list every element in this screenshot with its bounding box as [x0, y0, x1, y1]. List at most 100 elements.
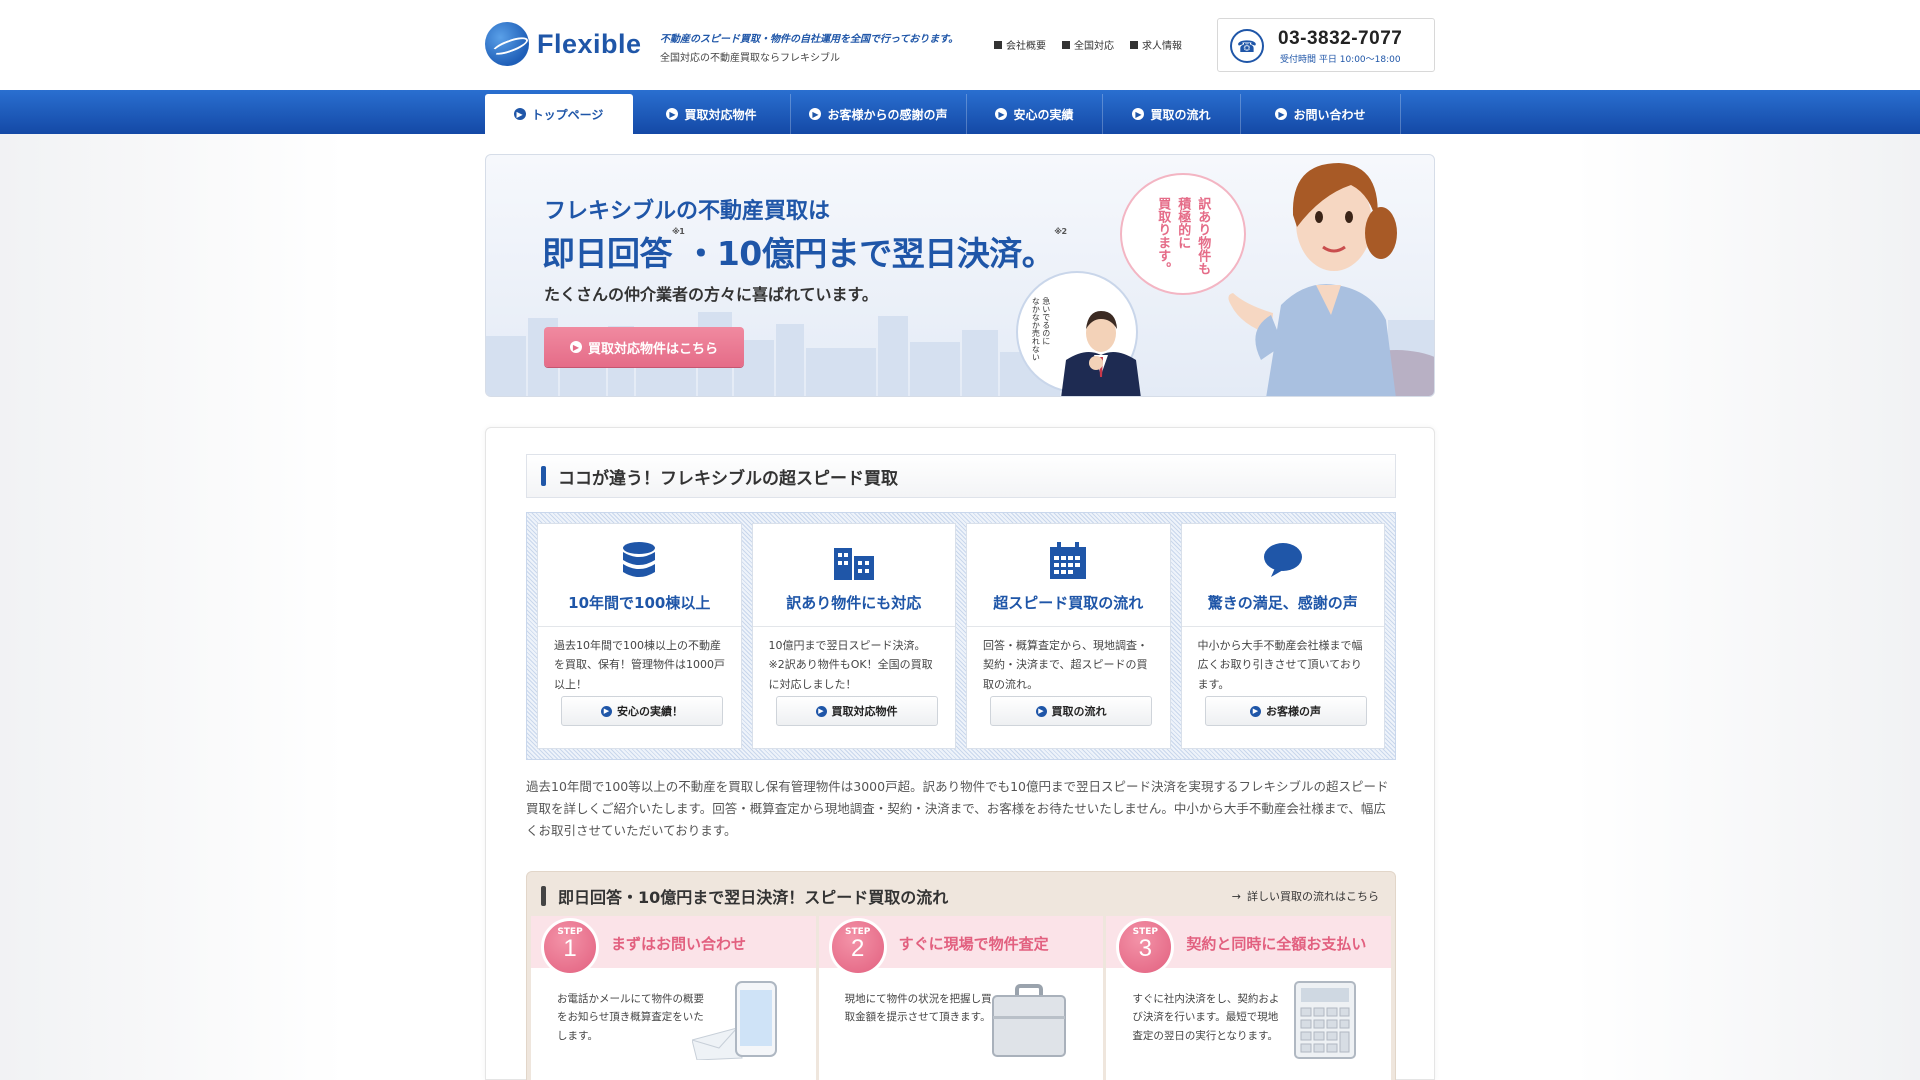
tagline-primary: 不動産のスピード買取・物件の自社運用を全国で行っております。 — [660, 34, 959, 45]
phone-contact-box[interactable]: ☎ 03-3832-7077 受付時間 平日 10:00～18:00 — [1217, 18, 1435, 72]
arrow-circle-icon: ▶ — [995, 108, 1008, 120]
feature-title: 訳あり物件にも対応 — [786, 594, 922, 612]
feature-description: 中小から大手不動産会社様まで幅広くお取り引きさせて頂いております。 — [1197, 639, 1363, 691]
arrow-circle-icon: ▶ — [809, 108, 822, 120]
step-number-badge: STEP 3 — [1116, 918, 1175, 976]
nav-label: 買取対応物件 — [684, 107, 757, 122]
nav-item-flow[interactable]: ▶ 買取の流れ — [1103, 94, 1241, 134]
feature-button-testimonials[interactable]: ▶ お客様の声 — [1204, 696, 1367, 726]
logo-mark-icon — [485, 22, 529, 66]
arrow-circle-icon: ▶ — [1035, 705, 1047, 717]
hero-next-day-settlement: ・10億円まで翌日決済。 — [684, 234, 1055, 273]
arrow-circle-icon: ▶ — [601, 705, 612, 717]
woman-bubble-line: 訳あり物件も — [1195, 197, 1211, 275]
feature-title: 10年間で100棟以上 — [568, 594, 711, 612]
feature-title: 超スピード買取の流れ — [993, 594, 1144, 612]
feature-button-label: 安心の実績！ — [617, 705, 683, 718]
feature-description: 10億円まで翌日スピード決済。※2訳あり物件もOK！全国の買取に対応しました！ — [768, 639, 933, 691]
square-bullet-icon — [994, 40, 1002, 49]
feature-card: 超スピード買取の流れ 回答・概算査定から、現地調査・契約・決済まで、超スピードの… — [966, 523, 1171, 749]
flow-details-link[interactable]: → 詳しい買取の流れはこちら — [1232, 888, 1379, 904]
site-header: Flexible 不動産のスピード買取・物件の自社運用を全国で行っております。 … — [0, 0, 1920, 90]
step-number-badge: STEP 1 — [541, 918, 599, 976]
woman-bubble-line: 買取ります。 — [1155, 197, 1171, 275]
arrow-circle-icon: ▶ — [1250, 705, 1261, 717]
nav-item-testimonials[interactable]: ▶ お客様からの感謝の声 — [791, 94, 967, 134]
hero-same-day-answer: 即日回答 — [542, 234, 673, 273]
step-card: STEP 3 契約と同時に全額お支払い すぐに社内決済をし、契約および決済を行いま… — [1106, 916, 1392, 1080]
man-bubble-text: 急いでるのに なかなか売れない — [1030, 297, 1050, 361]
feature-button-flow[interactable]: ▶ 買取の流れ — [990, 696, 1152, 726]
step-number: 1 — [563, 935, 577, 962]
square-bullet-icon — [1130, 40, 1138, 49]
divider — [1181, 626, 1384, 627]
divider — [752, 626, 955, 627]
step-title: 契約と同時に全額お支払い — [1186, 935, 1367, 953]
hero-button-label: 買取対応物件はこちら — [587, 341, 718, 357]
footnote-mark: ※1 — [672, 227, 685, 236]
calculator-icon — [1294, 981, 1357, 1059]
util-link-company[interactable]: 会社概要 — [994, 37, 1046, 52]
nav-item-track-record[interactable]: ▶ 安心の実績 — [967, 94, 1103, 134]
feature-card: 訳あり物件にも対応 10億円まで翌日スピード決済。※2訳あり物件もOK！全国の買… — [751, 523, 956, 749]
phone-number: 03-3832-7077 — [1278, 28, 1403, 49]
step-description: お電話かメールにて物件の概要をお知らせ頂き概算査定をいたします。 — [557, 993, 704, 1042]
util-link-label: 全国対応 — [1074, 41, 1114, 52]
flow-section: 即日回答・10億円まで翌日決済！スピード買取の流れ → 詳しい買取の流れはこちら … — [526, 871, 1396, 1080]
nav-label: 買取の流れ — [1150, 107, 1211, 122]
feature-grid: 10年間で100棟以上 過去10年間で100棟以上の不動産を買取、保有！管理物件… — [526, 512, 1396, 760]
step-number: 3 — [1138, 935, 1153, 962]
feature-description: 過去10年間で100棟以上の不動産を買取、保有！管理物件は1000戸以上！ — [554, 639, 725, 691]
util-link-recruit[interactable]: 求人情報 — [1130, 37, 1182, 52]
arrow-circle-icon: ▶ — [513, 108, 526, 120]
flow-link-label: 詳しい買取の流れはこちら — [1247, 890, 1379, 903]
global-nav: ▶ トップページ ▶ 買取対応物件 ▶ お客様からの感謝の声 ▶ 安心の実績 ▶ 買取の流… — [0, 90, 1920, 134]
heading-bar-decoration — [541, 466, 546, 486]
feature-button-properties[interactable]: ▶ 買取対応物件 — [775, 696, 938, 726]
arrow-circle-icon: ▶ — [1275, 108, 1288, 120]
step-number-badge: STEP 2 — [828, 918, 887, 976]
feature-button-label: 買取対応物件 — [831, 705, 898, 718]
section-title: ココが違う！フレキシブルの超スピード買取 — [558, 468, 898, 489]
feature-title: 驚きの満足、感謝の声 — [1207, 594, 1358, 612]
step-number: 2 — [850, 935, 865, 962]
step-card: STEP 1 まずはお問い合わせ お電話かメールにて物件の概要をお知らせ頂き概算査… — [531, 916, 816, 1080]
feature-card: 驚きの満足、感謝の声 中小から大手不動産会社様まで幅広くお取り引きさせて頂いてお… — [1180, 523, 1385, 749]
nav-label: お問い合わせ — [1293, 107, 1366, 122]
util-link-label: 会社概要 — [1006, 41, 1046, 52]
utility-links: 会社概要 全国対応 求人情報 — [994, 37, 1182, 52]
nav-item-properties[interactable]: ▶ 買取対応物件 — [633, 94, 791, 134]
heading-bar-decoration — [541, 886, 546, 906]
feature-button-track-record[interactable]: ▶ 安心の実績！ — [561, 696, 723, 726]
arrow-circle-icon: ▶ — [569, 341, 582, 353]
intro-paragraph: 過去10年間で100等以上の不動産を買取し保有管理物件は3000戸超。訳あり物件… — [526, 779, 1389, 838]
hero-heading-line2: 即日回答※1・10億円まで翌日決済。※2 — [542, 227, 1067, 275]
arrow-circle-icon: ▶ — [666, 108, 679, 120]
businesswoman-illustration — [1228, 163, 1434, 396]
hero-properties-button[interactable]: ▶ 買取対応物件はこちら — [544, 327, 744, 367]
hero-banner: フレキシブルの不動産買取は 即日回答※1・10億円まで翌日決済。※2 たくさんの… — [485, 154, 1435, 397]
nav-item-contact[interactable]: ▶ お問い合わせ — [1241, 94, 1401, 134]
util-link-nationwide[interactable]: 全国対応 — [1062, 37, 1114, 52]
building-icon — [833, 548, 874, 580]
hero-heading-line1: フレキシブルの不動産買取は — [544, 199, 831, 224]
phone-mail-icon — [691, 981, 777, 1060]
nav-item-top[interactable]: ▶ トップページ — [485, 94, 633, 134]
arrow-right-icon: → — [1231, 889, 1241, 903]
step-description: すぐに社内決済をし、契約および決済を行います。最短で現地査定の翌日の実行となりま… — [1132, 993, 1280, 1042]
arrow-circle-icon: ▶ — [815, 705, 827, 717]
tagline: 不動産のスピード買取・物件の自社運用を全国で行っております。 全国対応の不動産買… — [660, 30, 958, 64]
flow-title: 即日回答・10億円まで翌日決済！スピード買取の流れ — [558, 888, 949, 907]
step-card: STEP 2 すぐに現場で物件査定 現地にて物件の状況を把握し買取金額を提示させて… — [818, 916, 1104, 1080]
square-bullet-icon — [1062, 40, 1070, 49]
businessman-illustration — [1061, 311, 1141, 396]
footnote-mark: ※2 — [1054, 227, 1067, 236]
section-heading-speed: ココが違う！フレキシブルの超スピード買取 — [526, 454, 1396, 498]
calendar-icon — [1050, 542, 1087, 579]
speech-bubble-icon — [1263, 543, 1302, 577]
woman-bubble-line: 積極的に — [1175, 197, 1191, 249]
man-bubble-line: なかなか売れない — [1031, 297, 1041, 361]
site-logo[interactable]: Flexible — [485, 22, 642, 66]
nav-label: お客様からの感謝の声 — [827, 107, 948, 122]
arrow-circle-icon: ▶ — [1132, 108, 1145, 120]
